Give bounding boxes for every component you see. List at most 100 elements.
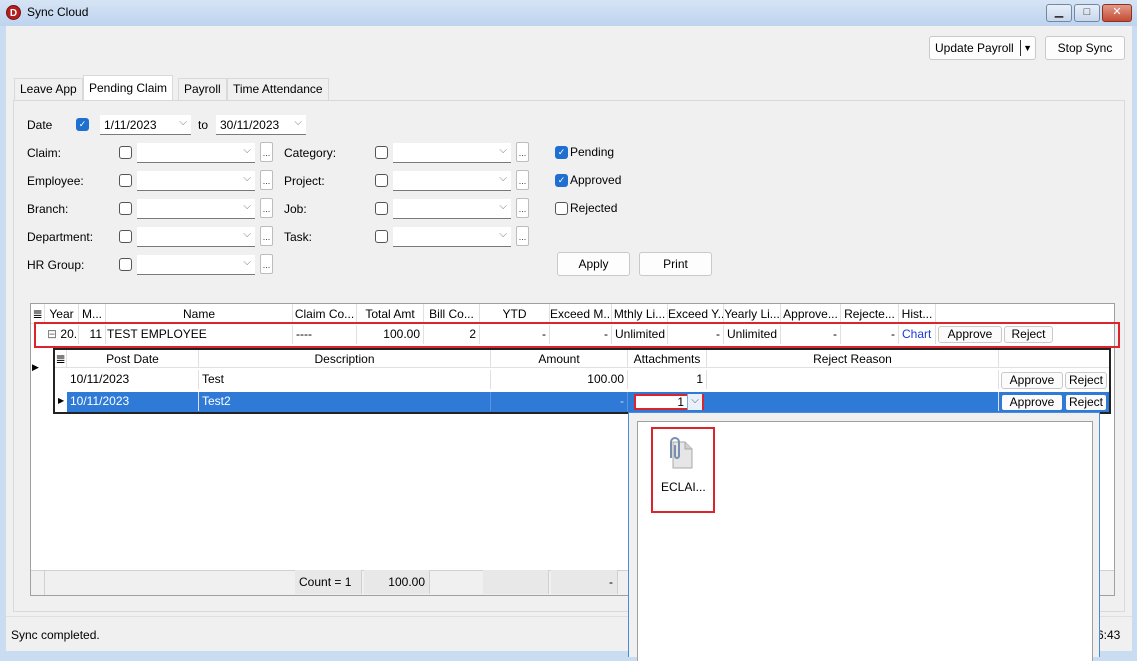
history-chart-link[interactable]: Chart [899,325,936,344]
tab-leave-app[interactable]: Leave App [14,78,83,100]
dropdown-arrow-icon[interactable]: ▼ [1023,37,1032,59]
year-cell: ⊟ 20... [45,325,79,344]
task-checkbox[interactable] [375,230,388,243]
attachments-dropdown[interactable]: 1 ⌵ [634,394,704,410]
department-checkbox[interactable] [119,230,132,243]
col-month[interactable]: M... [79,304,106,324]
name-cell: TEST EMPLOYEE [106,325,293,344]
hr-group-checkbox[interactable] [119,258,132,271]
project-select[interactable]: ⌵ [393,171,511,191]
maximize-button[interactable]: □ [1074,4,1100,22]
tab-pending-claim[interactable]: Pending Claim [83,75,174,101]
col-ytd[interactable]: YTD [480,304,550,324]
exceed-yearly-cell: - [668,325,724,344]
reject-reason-cell[interactable] [707,392,999,411]
reject-reason-cell[interactable] [707,370,999,389]
task-label: Task: [284,230,313,244]
hr-group-browse-button[interactable]: ... [260,254,273,274]
employee-checkbox[interactable] [119,174,132,187]
col-year[interactable]: Year [45,304,79,324]
task-select[interactable]: ⌵ [393,227,511,247]
col-yearly-limit[interactable]: Yearly Li... [724,304,781,324]
apply-button[interactable]: Apply [557,252,630,276]
department-browse-button[interactable]: ... [260,226,273,246]
date-from-picker[interactable]: 1/11/2023 ⌵ [100,115,191,135]
col-history[interactable]: Hist... [899,304,936,324]
attachment-item[interactable]: ECLAI... [651,427,715,513]
hr-group-label: HR Group: [27,258,85,272]
claim-browse-button[interactable]: ... [260,142,273,162]
chevron-down-icon: ⌵ [243,257,251,268]
collapse-icon[interactable]: ⊟ [47,327,57,341]
col-detail-actions [999,350,1109,368]
branch-select[interactable]: ⌵ [137,199,255,219]
column-chooser-icon[interactable]: ≣ [55,350,67,368]
col-reject-reason[interactable]: Reject Reason [707,350,999,368]
table-row[interactable]: 10/11/2023 Test 100.00 1 Approve Reject [55,370,1109,390]
approve-button[interactable]: Approve [938,326,1002,343]
col-attachments[interactable]: Attachments [628,350,707,368]
branch-checkbox[interactable] [119,202,132,215]
update-payroll-button[interactable]: Update Payroll ▼ [929,36,1036,60]
bill-count-cell: 2 [424,325,480,344]
category-browse-button[interactable]: ... [516,142,529,162]
footer-ytd [483,570,549,594]
chevron-down-icon: ⌵ [499,201,507,212]
hr-group-select[interactable]: ⌵ [137,255,255,275]
chevron-down-icon[interactable]: ⌵ [687,394,702,410]
col-exceed-yearly[interactable]: Exceed Y... [668,304,724,324]
col-bill-count[interactable]: Bill Co... [424,304,480,324]
minimize-button[interactable]: ▁ [1046,4,1072,22]
employee-select[interactable]: ⌵ [137,171,255,191]
employee-browse-button[interactable]: ... [260,170,273,190]
chevron-down-icon: ⌵ [499,145,507,156]
date-checkbox[interactable]: ✓ [76,118,89,131]
date-to-value: 30/11/2023 [220,118,280,132]
table-row[interactable]: ▶ 10/11/2023 Test2 - 1 ⌵ Approve Reject [55,392,1109,412]
reject-button[interactable]: Reject [1065,394,1107,411]
job-browse-button[interactable]: ... [516,198,529,218]
claim-checkbox[interactable] [119,146,132,159]
table-row[interactable]: ⊟ 20... 11 TEST EMPLOYEE ---- 100.00 2 -… [31,325,1114,344]
branch-browse-button[interactable]: ... [260,198,273,218]
approve-button[interactable]: Approve [1001,372,1063,389]
tab-time-attendance[interactable]: Time Attendance [227,78,329,100]
category-checkbox[interactable] [375,146,388,159]
col-description[interactable]: Description [199,350,491,368]
claim-select[interactable]: ⌵ [137,143,255,163]
date-to-picker[interactable]: 30/11/2023 ⌵ [216,115,306,135]
job-select[interactable]: ⌵ [393,199,511,219]
task-browse-button[interactable]: ... [516,226,529,246]
col-approved[interactable]: Approve... [781,304,841,324]
chevron-down-icon: ⌵ [243,201,251,212]
col-claim-code[interactable]: Claim Co... [293,304,357,324]
exceed-monthly-cell: - [550,325,612,344]
col-monthly-limit[interactable]: Mthly Li... [612,304,668,324]
tab-payroll[interactable]: Payroll [178,78,227,100]
print-button[interactable]: Print [639,252,712,276]
column-chooser-icon[interactable]: ≣ [31,304,45,324]
attachments-cell[interactable]: 1 [628,370,707,389]
stop-sync-button[interactable]: Stop Sync [1045,36,1125,60]
check-icon: ✓ [78,119,87,129]
status-message: Sync completed. [11,628,100,642]
col-amount[interactable]: Amount [491,350,628,368]
job-checkbox[interactable] [375,202,388,215]
reject-button[interactable]: Reject [1004,326,1053,343]
col-post-date[interactable]: Post Date [67,350,199,368]
category-select[interactable]: ⌵ [393,143,511,163]
approved-checkbox[interactable]: ✓ [555,174,568,187]
col-rejected[interactable]: Rejecte... [841,304,899,324]
pending-checkbox[interactable]: ✓ [555,146,568,159]
claim-code-cell: ---- [293,325,357,344]
approve-button[interactable]: Approve [1001,394,1063,411]
project-checkbox[interactable] [375,174,388,187]
rejected-checkbox[interactable] [555,202,568,215]
col-exceed-monthly[interactable]: Exceed M... [550,304,612,324]
project-browse-button[interactable]: ... [516,170,529,190]
col-total-amt[interactable]: Total Amt [357,304,424,324]
department-select[interactable]: ⌵ [137,227,255,247]
close-button[interactable]: ✕ [1102,4,1132,22]
col-name[interactable]: Name [106,304,293,324]
reject-button[interactable]: Reject [1065,372,1107,389]
